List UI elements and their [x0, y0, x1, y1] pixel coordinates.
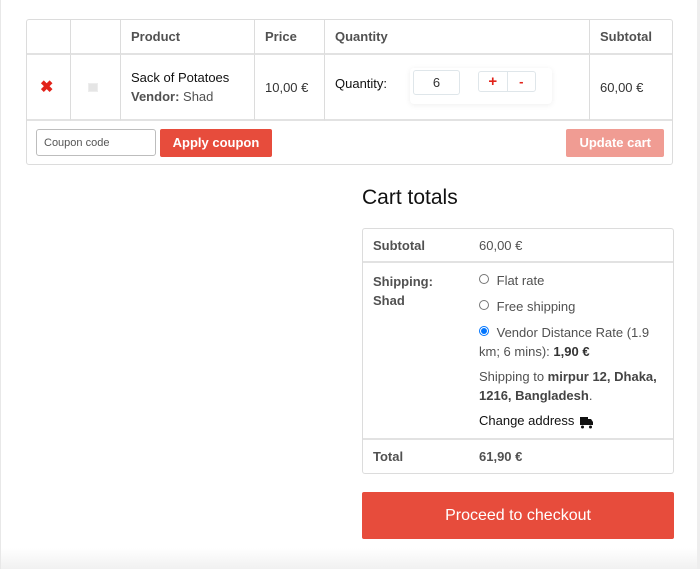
- free-shipping-radio[interactable]: [479, 300, 489, 310]
- quantity-label: Quantity:: [335, 75, 388, 91]
- cart-totals-title: Cart totals: [362, 186, 458, 209]
- shipping-option-flat-rate[interactable]: Flat rate: [479, 271, 665, 290]
- quantity-buttons: + -: [478, 71, 536, 92]
- totals-total-label: Total: [373, 449, 404, 464]
- close-x-icon: ✖: [40, 79, 54, 96]
- cart-actions-row: Apply coupon Update cart: [27, 121, 672, 164]
- totals-shipping-row: Shipping: Shad Flat rate Free shipping V…: [363, 263, 673, 440]
- cart-totals-table: Subtotal 60,00 € Shipping: Shad Flat rat…: [362, 228, 674, 474]
- shipping-to-prefix: Shipping to: [479, 369, 548, 384]
- cart-item-row: ✖ Sack of Potatoes Vendor: Shad 10,00 € …: [27, 55, 672, 121]
- remove-item-button[interactable]: ✖: [40, 77, 53, 97]
- quantity-cell: Quantity: + -: [325, 55, 590, 121]
- thumbnail-cell: [71, 55, 121, 121]
- header-product: Product: [121, 20, 255, 55]
- vendor-line: Vendor: Shad: [131, 87, 244, 106]
- cart-page: Product Price Quantity Subtotal ✖ Sack o…: [0, 0, 700, 569]
- image-placeholder-icon[interactable]: [88, 82, 98, 92]
- quantity-stepper: + -: [410, 68, 552, 104]
- shipping-option-free-shipping[interactable]: Free shipping: [479, 297, 665, 316]
- vendor-distance-radio[interactable]: [479, 326, 489, 336]
- header-price: Price: [255, 20, 325, 55]
- shipping-to-suffix: .: [588, 388, 593, 403]
- shipping-label: Shipping:: [373, 274, 433, 289]
- vendor-label: Vendor:: [131, 89, 180, 104]
- free-shipping-label[interactable]: Free shipping: [497, 299, 576, 314]
- change-address-link[interactable]: Change address: [479, 411, 594, 430]
- cart-actions: Apply coupon Update cart: [27, 121, 672, 164]
- totals-subtotal-row: Subtotal 60,00 €: [363, 229, 673, 263]
- shipping-vendor: Shad: [373, 293, 405, 308]
- truck-icon: [580, 415, 594, 428]
- coupon-code-input[interactable]: [36, 129, 156, 156]
- remove-cell: ✖: [27, 55, 71, 121]
- shipping-heading: Shipping: Shad: [363, 263, 471, 440]
- cart-table: Product Price Quantity Subtotal ✖ Sack o…: [26, 19, 673, 165]
- shipping-option-vendor-distance[interactable]: Vendor Distance Rate (1.9 km; 6 mins): 1…: [479, 323, 665, 361]
- shipping-methods: Flat rate Free shipping Vendor Distance …: [471, 263, 673, 440]
- header-quantity: Quantity: [325, 20, 590, 55]
- product-cell: Sack of Potatoes Vendor: Shad: [121, 55, 255, 121]
- change-address-label: Change address: [479, 413, 575, 428]
- product-name-link[interactable]: Sack of Potatoes: [131, 68, 244, 87]
- proceed-to-checkout-button[interactable]: Proceed to checkout: [362, 492, 674, 539]
- update-cart-button[interactable]: Update cart: [566, 128, 664, 157]
- subtotal-cell: 60,00 €: [590, 55, 672, 121]
- totals-subtotal-label: Subtotal: [363, 229, 471, 263]
- vendor-name: Shad: [183, 89, 214, 104]
- header-thumbnail: [71, 20, 121, 55]
- totals-subtotal-value: 60,00 €: [471, 229, 673, 263]
- quantity-minus-button[interactable]: -: [506, 72, 536, 91]
- quantity-plus-button[interactable]: +: [479, 72, 507, 91]
- header-remove: [27, 20, 71, 55]
- cart-table-header: Product Price Quantity Subtotal: [27, 20, 672, 55]
- shipping-destination: Shipping to mirpur 12, Dhaka, 1216, Bang…: [479, 367, 665, 405]
- apply-coupon-button[interactable]: Apply coupon: [159, 128, 273, 157]
- price-cell: 10,00 €: [255, 55, 325, 121]
- flat-rate-radio[interactable]: [479, 274, 489, 284]
- totals-total-value: 61,90 €: [479, 449, 523, 464]
- quantity-input[interactable]: [413, 70, 460, 95]
- totals-total-row: Total 61,90 €: [363, 440, 673, 473]
- vendor-distance-price: 1,90 €: [553, 344, 590, 359]
- flat-rate-label[interactable]: Flat rate: [497, 273, 545, 288]
- header-subtotal: Subtotal: [590, 20, 672, 55]
